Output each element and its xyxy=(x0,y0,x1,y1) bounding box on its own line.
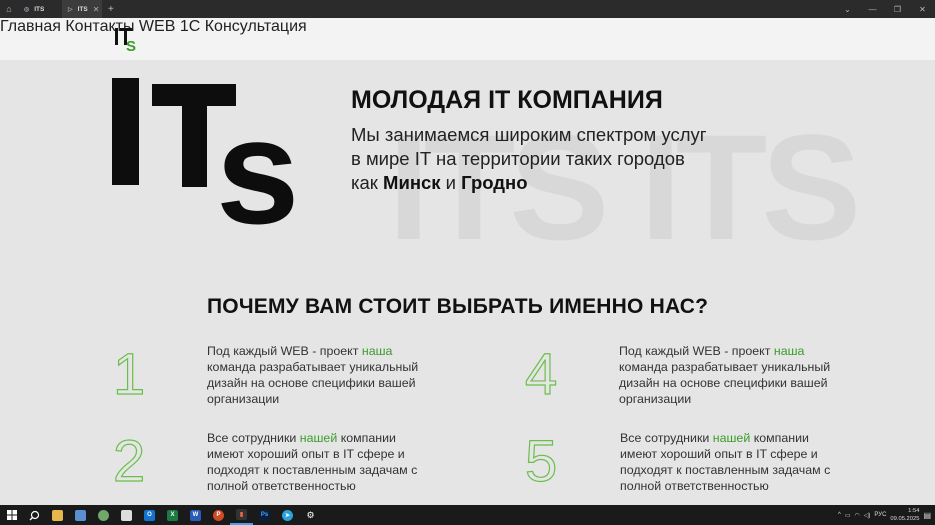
feature-text: Под каждый WEB - проект наша команда раз… xyxy=(207,344,419,406)
tab-favicon-icon: ◎ xyxy=(24,6,30,13)
hero-title: МОЛОДАЯ IT КОМПАНИЯ xyxy=(351,86,663,114)
consultation-link[interactable]: Консультация xyxy=(205,18,307,35)
word-icon[interactable]: W xyxy=(184,505,207,525)
feature-number: 1 xyxy=(112,342,146,407)
excel-icon[interactable]: X xyxy=(161,505,184,525)
workspaces-icon[interactable]: ⌂ xyxy=(0,0,18,18)
outlook-icon[interactable]: O xyxy=(138,505,161,525)
volume-icon[interactable]: ◁) xyxy=(864,512,871,519)
browser-tab-active[interactable]: ▷ ITS ✕ xyxy=(62,0,102,18)
system-tray: ^ ▭ ◠ ◁) РУС 1:54 09.05.2025 ▤ xyxy=(838,505,935,525)
close-tab-icon[interactable]: ✕ xyxy=(93,5,100,14)
hero-description: Мы занимаемся широким спектром услуг в м… xyxy=(351,124,707,193)
telegram-icon[interactable]: ➤ xyxy=(276,505,299,525)
photoshop-icon[interactable]: Ps xyxy=(253,505,276,525)
svg-text:S: S xyxy=(126,38,136,52)
file-explorer-icon[interactable] xyxy=(46,505,69,525)
powerpoint-icon[interactable]: P xyxy=(207,505,230,525)
minimize-button[interactable]: — xyxy=(860,0,885,18)
city-minsk: Минск xyxy=(383,172,441,193)
browser-tab[interactable]: ◎ ITS xyxy=(18,0,62,18)
nav-web[interactable]: WEB xyxy=(139,18,175,35)
taskbar: O X W P ▮ Ps ➤ ⚙ ^ ▭ ◠ ◁) РУС 1:54 09.05… xyxy=(0,505,935,525)
why-us-title: ПОЧЕМУ ВАМ СТОИТ ВЫБРАТЬ ИМЕННО НАС? xyxy=(207,295,709,318)
battery-icon[interactable]: ▭ xyxy=(845,512,851,519)
chevron-up-icon[interactable]: ^ xyxy=(838,512,841,518)
browser-app-icon[interactable] xyxy=(92,505,115,525)
close-window-button[interactable]: ✕ xyxy=(910,0,935,18)
feature-text: Под каждый WEB - проект наша команда раз… xyxy=(619,344,831,406)
language-indicator[interactable]: РУС xyxy=(874,512,886,518)
browser-tab-bar: ⌂ ◎ ITS ▷ ITS ✕ + ⌄ — ❐ ✕ xyxy=(0,0,935,18)
nav-1c[interactable]: 1C xyxy=(180,18,200,35)
tab-favicon-icon: ▷ xyxy=(68,6,73,13)
feature-text: Все сотрудники нашей компании имеют хоро… xyxy=(620,431,831,493)
site-header: S Главная Контакты WEB 1C Консультация xyxy=(0,18,935,60)
feature-number: 5 xyxy=(524,429,558,494)
feature-text: Все сотрудники нашей компании имеют хоро… xyxy=(207,431,418,493)
its-logo[interactable]: S xyxy=(115,28,139,52)
windows-start-icon[interactable] xyxy=(0,505,23,525)
settings-gear-icon[interactable]: ⚙ xyxy=(299,505,322,525)
nav-home[interactable]: Главная xyxy=(0,18,61,35)
tab-list-icon[interactable]: ⌄ xyxy=(835,0,860,18)
search-icon[interactable] xyxy=(23,505,46,525)
feature-number: 4 xyxy=(524,342,558,407)
notification-icon[interactable]: ▤ xyxy=(923,511,931,520)
clock[interactable]: 1:54 09.05.2025 xyxy=(890,507,919,523)
figma-icon[interactable]: ▮ xyxy=(230,505,253,525)
city-grodno: Гродно xyxy=(461,172,528,193)
maximize-button[interactable]: ❐ xyxy=(885,0,910,18)
network-icon[interactable]: ◠ xyxy=(855,512,860,519)
feature-number: 2 xyxy=(112,429,146,494)
app-icon[interactable] xyxy=(69,505,92,525)
store-icon[interactable] xyxy=(115,505,138,525)
new-tab-button[interactable]: + xyxy=(102,4,120,15)
